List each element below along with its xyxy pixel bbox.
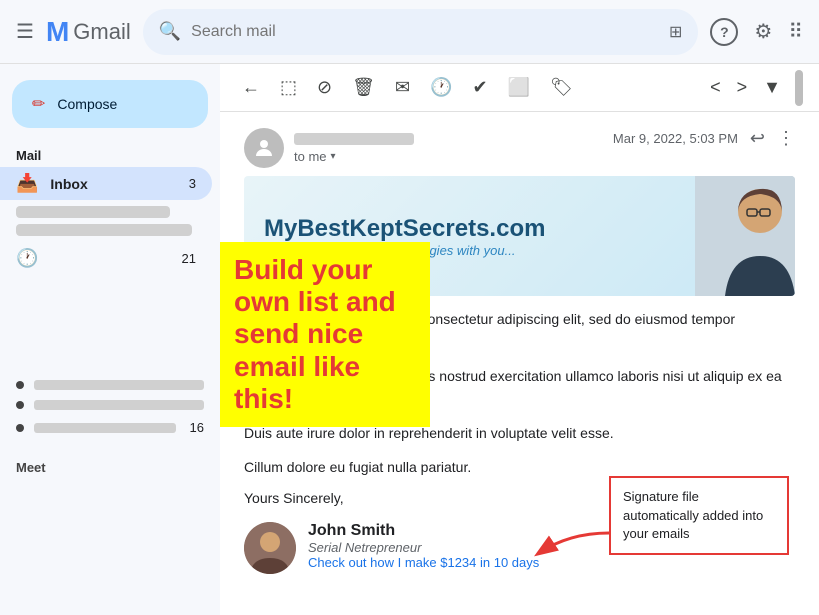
sig-link[interactable]: Check out how I make $1234 in 10 days [308,555,539,570]
sidebar-item-inbox[interactable]: 📥 Inbox 3 [0,167,212,200]
yellow-annotation-text: Build your own list and send nice email … [234,254,416,415]
bullet-bar-1 [34,380,204,390]
bullet-bar-3 [34,423,176,433]
next-button[interactable]: > [731,73,754,102]
sig-avatar [244,522,296,574]
email-view[interactable]: to me ▾ Mar 9, 2022, 5:03 PM ↩ ⋮ MyBestK… [220,112,819,615]
other-count: 21 [182,251,196,266]
email-para-4: Cillum dolore eu fugiat nulla pariatur. [244,456,795,478]
callout-text: Signature file automatically added into … [623,489,763,540]
to-me-text: to me [294,149,327,164]
archive-button[interactable]: ⬚ [274,73,303,102]
email-header: to me ▾ Mar 9, 2022, 5:03 PM ↩ ⋮ [220,112,819,176]
yellow-annotation-overlay: Build your own list and send nice email … [220,242,430,427]
inbox-label: Inbox [50,176,188,192]
label-button[interactable]: 🏷 [544,73,579,102]
sender-name-placeholder [294,133,414,145]
banner-person-image [695,176,795,296]
search-input[interactable] [191,23,659,41]
signature-callout-box: Signature file automatically added into … [609,476,789,555]
topbar: ☰ M Gmail 🔍 ⊞ ? ⚙ ⠿ [0,0,819,64]
main-content: ← ⬚ ⊘ 🗑 ✉ 🕐 ✔ ⬜ 🏷 < > ▼ [220,64,819,615]
reply-icon[interactable]: ↩ [750,128,765,149]
bullet-2 [16,401,24,409]
to-me-label: to me ▾ [294,149,414,164]
hamburger-icon[interactable]: ☰ [16,19,34,44]
sender-info: to me ▾ [294,133,414,164]
sidebar-bullet-item-3[interactable]: 16 [0,415,220,440]
sig-avatar-svg [244,522,296,574]
toolbar-pagination: < > ▼ [704,70,803,106]
inbox-icon: 📥 [16,173,38,194]
sig-name: John Smith [308,522,539,540]
sidebar: ✏ Compose Mail 📥 Inbox 3 🕐 21 [0,64,220,615]
topbar-right: ? ⚙ ⠿ [710,18,803,46]
delete-button[interactable]: 🗑 [346,73,381,102]
task-button[interactable]: ✔ [466,73,493,102]
sig-arrow-svg [529,528,609,558]
sidebar-bottom-count: 16 [190,420,204,435]
search-filter-icon[interactable]: ⊞ [669,22,682,42]
meet-label: Meet [0,452,220,483]
sig-info: John Smith Serial Netrepreneur Check out… [308,522,539,570]
snooze-button[interactable]: 🕐 [424,73,458,102]
sidebar-placeholder-2 [16,224,192,236]
view-more-button[interactable]: ▼ [757,73,787,102]
gmail-logo: M Gmail [46,16,131,48]
email-toolbar: ← ⬚ ⊘ 🗑 ✉ 🕐 ✔ ⬜ 🏷 < > ▼ [220,64,819,112]
mail-button[interactable]: ✉ [389,73,416,102]
apps-icon[interactable]: ⠿ [788,19,803,44]
inbox-count: 3 [189,176,196,191]
bullet-1 [16,381,24,389]
sig-title: Serial Netrepreneur [308,540,539,555]
gmail-logo-text: Gmail [73,19,130,45]
email-date: Mar 9, 2022, 5:03 PM [613,131,738,146]
sender-avatar [244,128,284,168]
sidebar-spacer [0,275,220,375]
search-icon: 🔍 [159,21,181,42]
bullet-3 [16,424,24,432]
email-subject-area: to me ▾ [244,128,414,168]
back-button[interactable]: ← [236,73,266,102]
sidebar-placeholder-1 [16,206,170,218]
settings-icon[interactable]: ⚙ [754,19,772,44]
banner-site-name: MyBestKeptSecrets.com [264,215,545,243]
layout: ✏ Compose Mail 📥 Inbox 3 🕐 21 [0,64,819,615]
avatar-person-icon [252,136,276,160]
report-button[interactable]: ⊘ [311,73,338,102]
compose-label: Compose [57,96,117,112]
compose-button[interactable]: ✏ Compose [12,80,208,128]
mail-section-label: Mail [0,144,220,167]
more-vert-icon[interactable]: ⋮ [777,128,795,149]
sidebar-bullet-item-1[interactable] [0,375,220,395]
compose-icon: ✏ [32,94,45,114]
sidebar-bullet-item-2[interactable] [0,395,220,415]
search-bar[interactable]: 🔍 ⊞ [143,9,699,55]
gmail-logo-icon: M [46,16,69,48]
scrollbar-thumb[interactable] [795,70,803,106]
move-button[interactable]: ⬜ [502,73,536,102]
other-icon: 🕐 [16,248,38,269]
to-me-chevron[interactable]: ▾ [331,151,336,162]
sidebar-item-other[interactable]: 🕐 21 [0,242,212,275]
prev-button[interactable]: < [704,73,727,102]
email-date-area: Mar 9, 2022, 5:03 PM ↩ ⋮ [613,128,795,149]
bullet-bar-2 [34,400,204,410]
banner-person-svg [695,176,795,296]
help-icon[interactable]: ? [710,18,738,46]
sig-arrow [529,528,609,563]
